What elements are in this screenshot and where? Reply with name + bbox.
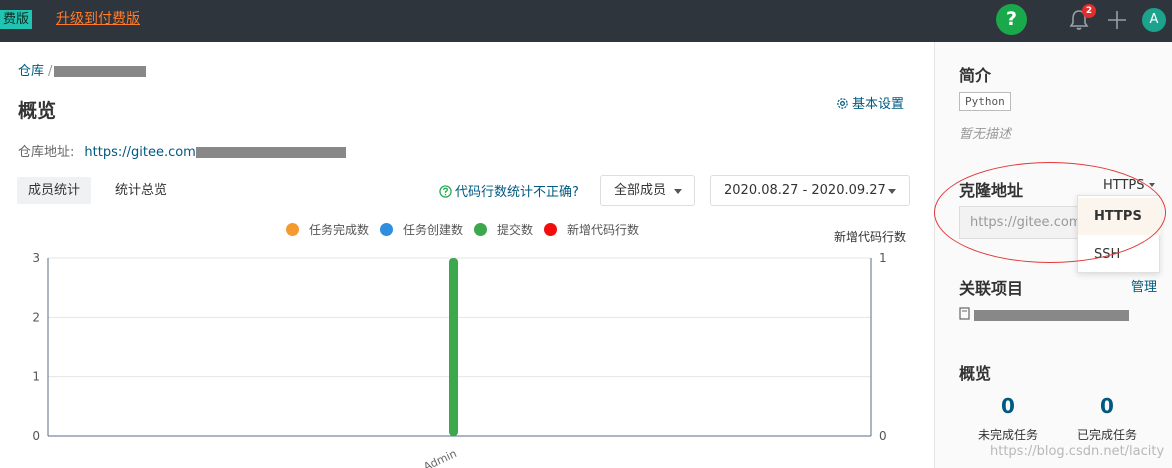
manage-link[interactable]: 管理 — [1131, 276, 1157, 295]
stat-value[interactable]: 0 — [978, 394, 1038, 418]
dropdown-item-https[interactable]: HTTPS — [1078, 198, 1161, 235]
protocol-value: HTTPS — [1103, 178, 1145, 193]
linked-project-link[interactable] — [959, 307, 1129, 323]
watermark: https://blog.csdn.net/lacity — [990, 444, 1165, 459]
notification-badge: 2 — [1082, 4, 1096, 18]
y-right-tick-label: 0 — [879, 429, 887, 443]
clone-title: 克隆地址 — [959, 181, 1024, 200]
chevron-down-icon — [1148, 183, 1155, 187]
sidebar: 简介 Python 暂无描述 克隆地址 HTTPS https://gitee.… — [934, 42, 1172, 468]
description: 暂无描述 — [959, 127, 1012, 142]
stat-label: 已完成任务 — [1076, 428, 1137, 442]
top-bar: 费版 升级到付费版 ? 2 A — [0, 0, 1172, 42]
help-button[interactable]: ? — [996, 4, 1027, 35]
protocol-select[interactable]: HTTPS — [1103, 178, 1155, 193]
y-tick-label: 2 — [32, 310, 40, 324]
redacted-project-name — [974, 310, 1129, 321]
chart: 3 2 1 0 1 0 Admin — [32, 251, 887, 468]
y-tick-label: 1 — [32, 370, 40, 384]
linked-title: 关联项目 — [959, 279, 1024, 298]
bar — [449, 258, 458, 436]
overview-title: 概览 — [959, 364, 992, 383]
plan-badge: 费版 — [0, 10, 33, 29]
y-right-tick-label: 1 — [879, 251, 887, 265]
dropdown-item-ssh[interactable]: SSH — [1078, 236, 1161, 273]
protocol-dropdown: HTTPS SSH — [1077, 195, 1161, 273]
document-icon — [959, 307, 970, 320]
avatar[interactable]: A — [1142, 8, 1166, 32]
stat-label: 未完成任务 — [977, 428, 1038, 442]
y-tick-label: 3 — [32, 251, 40, 265]
upgrade-link[interactable]: 升级到付费版 — [56, 10, 140, 29]
stat-value[interactable]: 0 — [1077, 394, 1137, 418]
y-tick-label: 0 — [32, 429, 40, 443]
language-tag[interactable]: Python — [959, 92, 1011, 111]
x-tick-label: Admin — [421, 447, 458, 468]
intro-title: 简介 — [959, 66, 992, 85]
plus-icon[interactable] — [1106, 6, 1128, 32]
